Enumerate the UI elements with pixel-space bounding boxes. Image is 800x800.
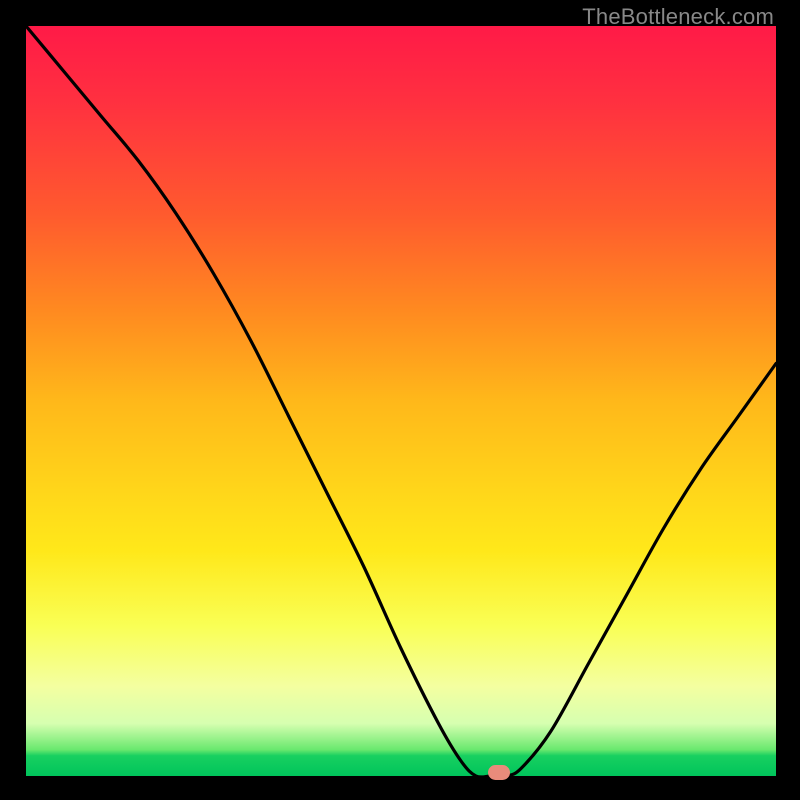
- bottleneck-curve: [26, 26, 776, 776]
- plot-area: [26, 26, 776, 776]
- gap-marker: [488, 765, 510, 780]
- chart-container: TheBottleneck.com: [0, 0, 800, 800]
